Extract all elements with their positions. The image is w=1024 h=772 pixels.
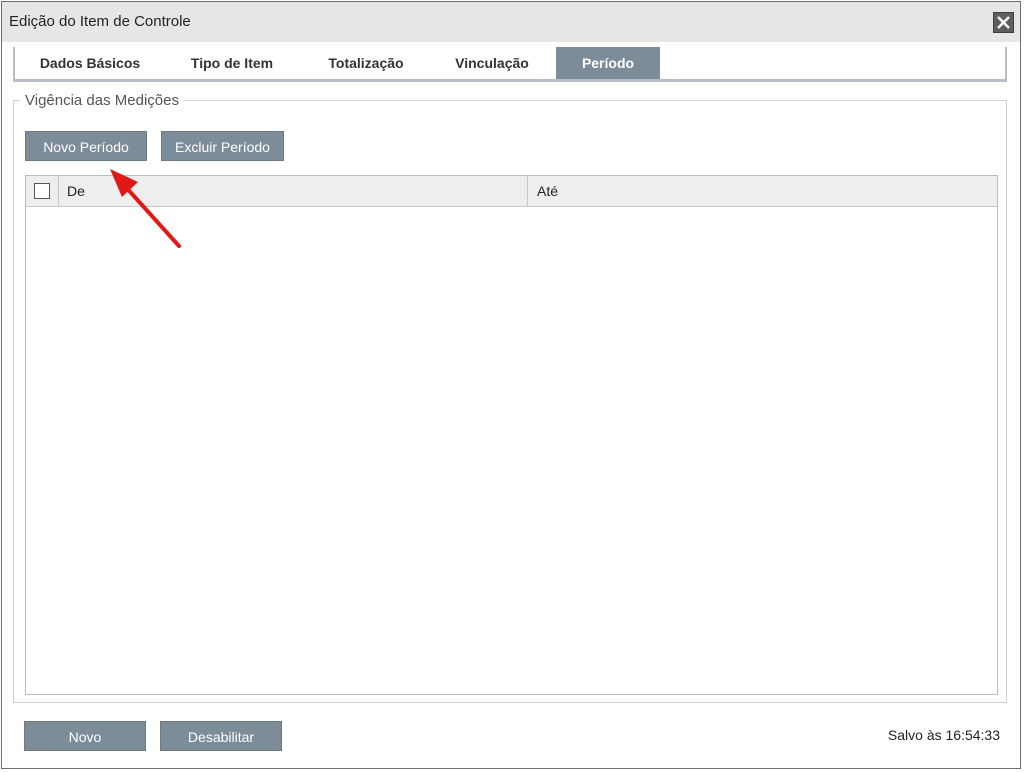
tab-tipo-de-item[interactable]: Tipo de Item [173,47,291,79]
tab-totalizacao[interactable]: Totalização [311,47,421,79]
delete-period-button[interactable]: Excluir Período [161,131,284,161]
close-icon [997,16,1010,29]
tab-vinculacao[interactable]: Vinculação [438,47,546,79]
new-button[interactable]: Novo [24,721,146,751]
saved-status: Salvo às 16:54:33 [887,727,1000,743]
tab-dados-basicos[interactable]: Dados Básicos [26,47,154,79]
tab-bar-right-border [1005,47,1007,82]
tab-bar: Dados Básicos Tipo de Item Totalização V… [13,47,1007,82]
window-title: Edição do Item de Controle [9,13,191,30]
close-button[interactable] [993,12,1014,33]
tab-bar-left-border [13,47,15,82]
group-legend: Vigência das Medições [25,92,179,109]
grid-body [26,207,997,694]
select-all-cell [26,176,59,206]
annotation-arrow-icon [110,169,181,248]
title-bar: Edição do Item de Controle [2,2,1020,42]
new-period-button[interactable]: Novo Período [25,131,147,161]
disable-button[interactable]: Desabilitar [160,721,282,751]
select-all-checkbox[interactable] [34,183,50,199]
tab-periodo[interactable]: Período [556,47,660,79]
column-header-to[interactable]: Até [528,176,997,206]
